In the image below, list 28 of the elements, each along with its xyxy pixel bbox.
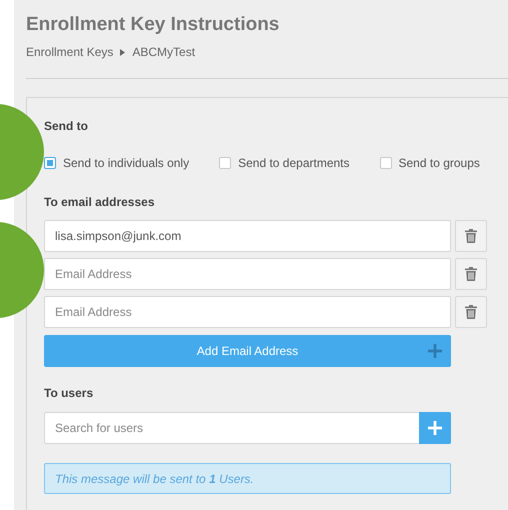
section-label: To email addresses [44, 194, 156, 210]
email-field[interactable]: Email Address [44, 296, 451, 328]
checkbox[interactable] [219, 157, 232, 169]
add-email-button[interactable]: Add Email Address [44, 335, 451, 367]
checkbox[interactable] [380, 157, 392, 169]
plus-icon [428, 421, 442, 435]
trash-icon [465, 267, 477, 281]
delete-button[interactable] [455, 296, 487, 328]
delete-button[interactable] [455, 258, 487, 290]
section-label: Send to [44, 118, 89, 134]
checkbox-label: Send to departments [238, 155, 350, 172]
delete-button[interactable] [455, 220, 487, 252]
plus-icon [428, 344, 442, 358]
section-label: To users [44, 385, 94, 401]
add-user-button[interactable] [419, 412, 451, 444]
breadcrumb-arrow-icon [120, 48, 126, 56]
page-title: Enrollment Key Instructions [26, 13, 280, 37]
trash-icon [465, 305, 477, 319]
breadcrumb-link[interactable]: Enrollment Keys [26, 43, 114, 61]
email-field[interactable]: Email Address [44, 258, 451, 290]
trash-icon [465, 229, 477, 243]
info-message: This message will be sent to 1 Users. [44, 463, 451, 494]
search-field[interactable]: Search for users [44, 412, 419, 444]
checkbox[interactable] [44, 157, 56, 169]
checkbox-label: Send to groups [398, 155, 480, 172]
checkbox-label: Send to individuals only [63, 155, 190, 172]
breadcrumb-link[interactable]: ABCMyTest [132, 43, 196, 61]
email-field[interactable]: lisa.simpson@junk.com [44, 220, 451, 252]
